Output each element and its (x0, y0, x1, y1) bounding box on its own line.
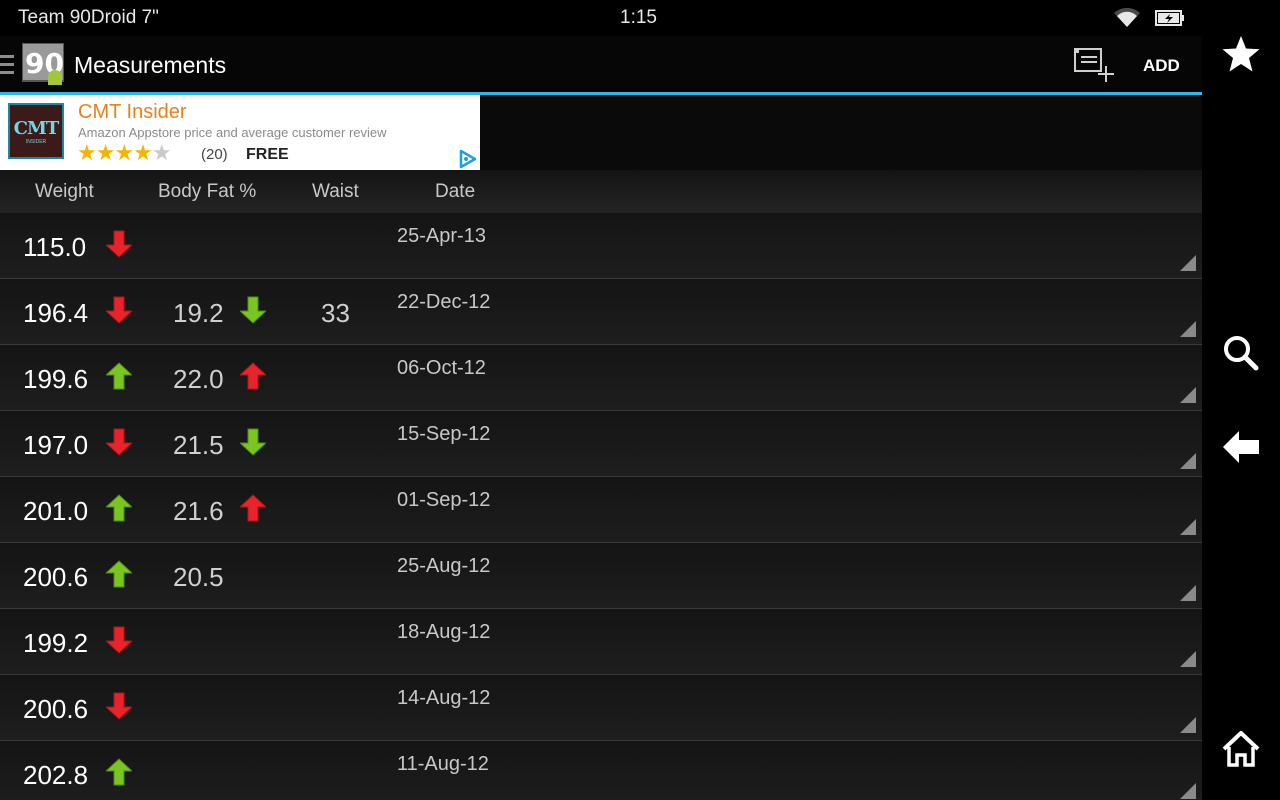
date-value: 25-Apr-13 (397, 225, 486, 247)
date-value: 06-Oct-12 (397, 357, 486, 379)
list-item[interactable]: 201.0 21.6 01-Sep-12 (0, 477, 1202, 543)
date-value: 22-Dec-12 (397, 291, 491, 313)
weight-down-arrow-icon (104, 428, 134, 456)
measurement-list: 115.0 25-Apr-13 196.4 19.2 33 22-Dec-12 199.6 2… (0, 213, 1202, 800)
list-item[interactable]: 199.2 18-Aug-12 (0, 609, 1202, 675)
list-item[interactable]: 199.6 22.0 06-Oct-12 (0, 345, 1202, 411)
drawer-menu-icon[interactable] (0, 55, 14, 79)
ad-title[interactable]: CMT Insider (78, 101, 187, 124)
row-corner-icon (1180, 387, 1196, 403)
ad-app-logo[interactable]: CMT INSIDER (8, 103, 64, 159)
ad-logo-sub: INSIDER (25, 138, 47, 145)
row-corner-icon (1180, 783, 1196, 799)
weight-down-arrow-icon (104, 296, 134, 324)
back-arrow-icon (1223, 431, 1259, 463)
bodyfat-value: 21.6 (173, 496, 224, 526)
weight-value: 196.4 (23, 298, 89, 328)
home-icon (1222, 731, 1260, 767)
status-bar: Team 90Droid 7" 1:15 (0, 0, 1202, 36)
list-item[interactable]: 200.6 20.5 25-Aug-12 (0, 543, 1202, 609)
row-corner-icon (1180, 651, 1196, 667)
weight-up-arrow-icon (104, 560, 134, 588)
date-value: 01-Sep-12 (397, 489, 491, 511)
rating-stars-icon: ★★★★★ (77, 140, 172, 165)
search-button[interactable] (1202, 334, 1280, 372)
weight-value: 197.0 (23, 430, 89, 460)
ad-banner[interactable]: CMT INSIDER CMT Insider Amazon Appstore … (0, 95, 480, 170)
weight-value: 200.6 (23, 562, 89, 592)
list-item[interactable]: 200.6 14-Aug-12 (0, 675, 1202, 741)
column-bodyfat[interactable]: Body Fat % (158, 181, 256, 203)
date-value: 15-Sep-12 (397, 423, 491, 445)
back-button[interactable] (1202, 429, 1280, 465)
list-item[interactable]: 202.8 11-Aug-12 (0, 741, 1202, 800)
row-corner-icon (1180, 453, 1196, 469)
row-corner-icon (1180, 519, 1196, 535)
bodyfat-down-arrow-icon (238, 296, 268, 324)
ad-logo-text: CMT (13, 117, 60, 139)
bodyfat-up-arrow-icon (238, 494, 268, 522)
home-button[interactable] (1202, 730, 1280, 768)
bodyfat-down-arrow-icon (238, 428, 268, 456)
row-corner-icon (1180, 321, 1196, 337)
favorites-button[interactable] (1202, 34, 1280, 74)
row-corner-icon (1180, 717, 1196, 733)
weight-value: 202.8 (23, 760, 89, 790)
system-nav-bar (1202, 0, 1280, 800)
date-value: 25-Aug-12 (397, 555, 491, 577)
bodyfat-value: 19.2 (173, 298, 224, 328)
weight-value: 199.2 (23, 628, 89, 658)
bodyfat-value: 22.0 (173, 364, 224, 394)
weight-value: 199.6 (23, 364, 89, 394)
add-entry-icon[interactable] (1072, 46, 1116, 86)
clock: 1:15 (620, 7, 657, 28)
weight-value: 200.6 (23, 694, 89, 724)
weight-up-arrow-icon (104, 758, 134, 786)
star-icon (1222, 36, 1260, 72)
weight-up-arrow-icon (104, 362, 134, 390)
column-waist[interactable]: Waist (312, 181, 359, 203)
add-button[interactable]: ADD (1143, 56, 1180, 76)
list-item[interactable]: 196.4 19.2 33 22-Dec-12 (0, 279, 1202, 345)
price-label: FREE (246, 146, 289, 163)
bodyfat-value: 21.5 (173, 430, 224, 460)
app-logo-icon[interactable]: 90 (22, 43, 64, 85)
date-value: 11-Aug-12 (397, 753, 489, 775)
battery-icon (1155, 10, 1184, 26)
weight-value: 115.0 (23, 232, 87, 262)
date-value: 18-Aug-12 (397, 621, 491, 643)
wifi-icon (1114, 7, 1140, 27)
row-corner-icon (1180, 585, 1196, 601)
column-date[interactable]: Date (435, 181, 475, 203)
weight-up-arrow-icon (104, 494, 134, 522)
bodyfat-value: 20.5 (173, 562, 224, 592)
search-icon (1224, 336, 1259, 371)
list-item[interactable]: 197.0 21.5 15-Sep-12 (0, 411, 1202, 477)
row-corner-icon (1180, 255, 1196, 271)
waist-value: 33 (321, 298, 350, 328)
ad-choices-icon[interactable] (456, 148, 478, 170)
date-value: 14-Aug-12 (397, 687, 491, 709)
column-header: Weight Body Fat % Waist Date (0, 170, 1202, 214)
bodyfat-up-arrow-icon (238, 362, 268, 390)
carrier-label: Team 90Droid 7" (18, 7, 159, 28)
weight-value: 201.0 (23, 496, 89, 526)
ad-description: Amazon Appstore price and average custom… (78, 125, 387, 140)
list-item[interactable]: 115.0 25-Apr-13 (0, 213, 1202, 279)
weight-down-arrow-icon (104, 230, 134, 258)
weight-down-arrow-icon (104, 626, 134, 654)
weight-down-arrow-icon (104, 692, 134, 720)
review-count: (20) (201, 146, 228, 163)
page-title: Measurements (74, 52, 227, 78)
column-weight[interactable]: Weight (35, 181, 94, 203)
